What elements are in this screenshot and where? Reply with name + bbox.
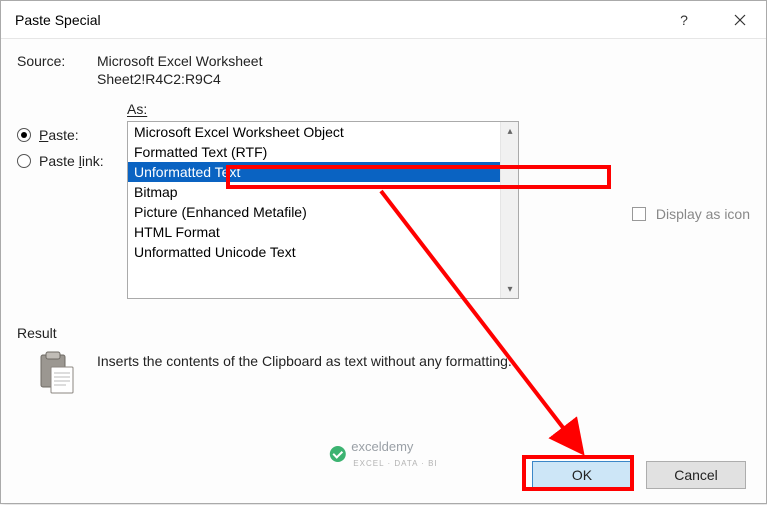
radio-icon <box>17 128 31 142</box>
display-as-icon-option: Display as icon <box>604 101 750 299</box>
source-label: Source: <box>17 53 97 69</box>
cancel-button[interactable]: Cancel <box>646 461 746 489</box>
radio-icon <box>17 154 31 168</box>
watermark-tag: EXCEL · DATA · BI <box>353 459 437 468</box>
paste-mode-radios: Paste: Paste link: <box>17 101 127 299</box>
result-description: Inserts the contents of the Clipboard as… <box>97 351 512 369</box>
dialog-buttons: OK Cancel <box>532 461 746 489</box>
source-range: Sheet2!R4C2:R9C4 <box>97 71 221 87</box>
list-item[interactable]: Unformatted Unicode Text <box>128 242 500 262</box>
checkbox-icon[interactable] <box>632 207 646 221</box>
list-item[interactable]: Bitmap <box>128 182 500 202</box>
paste-radio[interactable]: Paste: <box>17 127 127 143</box>
listbox-scrollbar[interactable]: ▴ ▾ <box>500 122 518 298</box>
scroll-up-icon[interactable]: ▴ <box>501 122 519 140</box>
list-item[interactable]: Picture (Enhanced Metafile) <box>128 202 500 222</box>
display-as-icon-label: Display as icon <box>656 206 750 222</box>
as-label: As: <box>127 101 147 117</box>
source-app: Microsoft Excel Worksheet <box>97 53 262 69</box>
scroll-down-icon[interactable]: ▾ <box>501 280 519 298</box>
watermark-check-icon <box>329 446 345 462</box>
list-item[interactable]: Unformatted Text <box>128 162 500 182</box>
help-icon[interactable]: ? <box>666 5 702 35</box>
close-icon[interactable] <box>722 5 758 35</box>
list-item[interactable]: Formatted Text (RTF) <box>128 142 500 162</box>
result-heading: Result <box>17 325 750 341</box>
paste-special-dialog: Paste Special ? Source: Microsoft Excel … <box>0 0 767 504</box>
as-listbox-items: Microsoft Excel Worksheet Object Formatt… <box>128 122 500 298</box>
clipboard-icon <box>37 351 79 400</box>
list-item[interactable]: Microsoft Excel Worksheet Object <box>128 122 500 142</box>
as-listbox[interactable]: Microsoft Excel Worksheet Object Formatt… <box>127 121 519 299</box>
titlebar-controls: ? <box>666 5 758 35</box>
titlebar: Paste Special ? <box>1 1 766 39</box>
paste-link-radio[interactable]: Paste link: <box>17 153 127 169</box>
list-item[interactable]: HTML Format <box>128 222 500 242</box>
watermark: exceldemy EXCEL · DATA · BI <box>329 439 437 469</box>
ok-button[interactable]: OK <box>532 461 632 489</box>
dialog-title: Paste Special <box>15 12 101 28</box>
watermark-brand: exceldemy <box>351 439 413 454</box>
dialog-body: Source: Microsoft Excel Worksheet Sheet2… <box>1 39 766 410</box>
